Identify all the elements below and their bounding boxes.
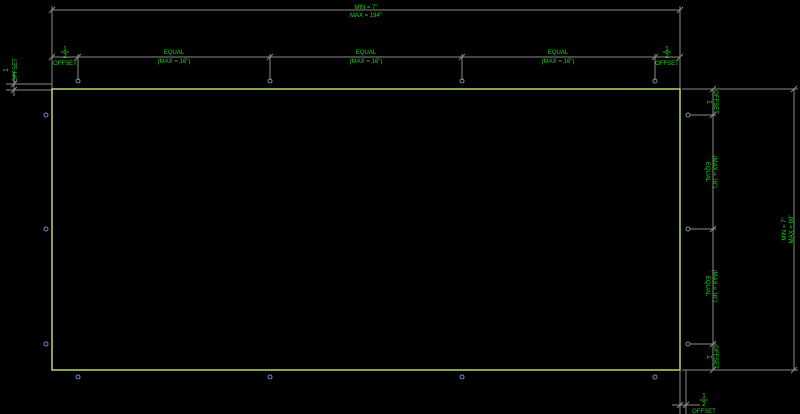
left-edge-offset-label: OFFSET [13,58,19,82]
bottom-edge-offset-denominator: 2 [702,401,706,408]
panel-outline [51,88,681,371]
bottom-holes [75,374,658,380]
overall-width-max: MAX = 194" [350,13,382,19]
hole-marker [43,341,49,347]
right-bottom-offset-label: OFFSET [712,345,718,369]
right-holes [685,112,691,347]
overall-width-dimension: MIN = 7" MAX = 194" [48,5,684,90]
hole-marker [459,374,465,380]
bottom-edge-offset-numerator: 1 [702,393,706,400]
top-holes [75,78,658,84]
top-left-offset-denominator: 2 [63,53,67,60]
right-equal-1-max: (MAX = 16") [711,156,717,189]
top-equal-2-max: (MAX = 16") [350,59,383,65]
left-holes [43,112,49,347]
bottom-edge-offset-dimension: 1 2 OFFSET [672,370,716,414]
hole-marker [685,226,691,232]
dimension-drawing: MIN = 7" MAX = 194" 1 2 OFFSET EQUAL (MA… [3,5,798,414]
top-right-offset-label: OFFSET [655,61,679,67]
right-equal-1-label: EQUAL [704,162,710,183]
top-equal-1-max: (MAX = 16") [158,59,191,65]
hole-marker [652,374,658,380]
bottom-edge-offset-label: OFFSET [692,409,716,414]
top-right-offset-denominator: 2 [665,53,669,60]
left-edge-offset-numerator: 1 [3,68,10,72]
hole-marker [75,374,81,380]
hole-spacing-dimension-top: 1 2 OFFSET EQUAL (MAX = 16") EQUAL (MAX … [48,46,684,80]
hole-marker [267,374,273,380]
hole-spacing-dimension-right: 1 OFFSET EQUAL (MAX = 16") EQUAL (MAX = … [690,85,718,374]
top-equal-3-label: EQUAL [548,50,569,56]
hole-marker [43,112,49,118]
right-top-offset-label: OFFSET [712,90,718,114]
top-left-offset-label: OFFSET [53,61,77,67]
overall-width-min: MIN = 7" [354,5,377,11]
top-equal-1-label: EQUAL [164,50,185,56]
hole-marker [685,341,691,347]
hole-marker [43,226,49,232]
top-equal-2-label: EQUAL [356,50,377,56]
right-top-offset-numerator: 1 [705,100,712,104]
overall-height-min: MIN = 7" [782,217,788,240]
hole-marker [685,112,691,118]
top-equal-3-max: (MAX = 16") [542,59,575,65]
right-equal-2-label: EQUAL [704,276,710,297]
overall-height-max: MAX = 60" [789,215,795,244]
right-equal-2-max: (MAX = 16") [711,270,717,303]
right-bottom-offset-numerator: 1 [705,355,712,359]
left-edge-offset-dimension: 1 OFFSET [3,58,52,96]
